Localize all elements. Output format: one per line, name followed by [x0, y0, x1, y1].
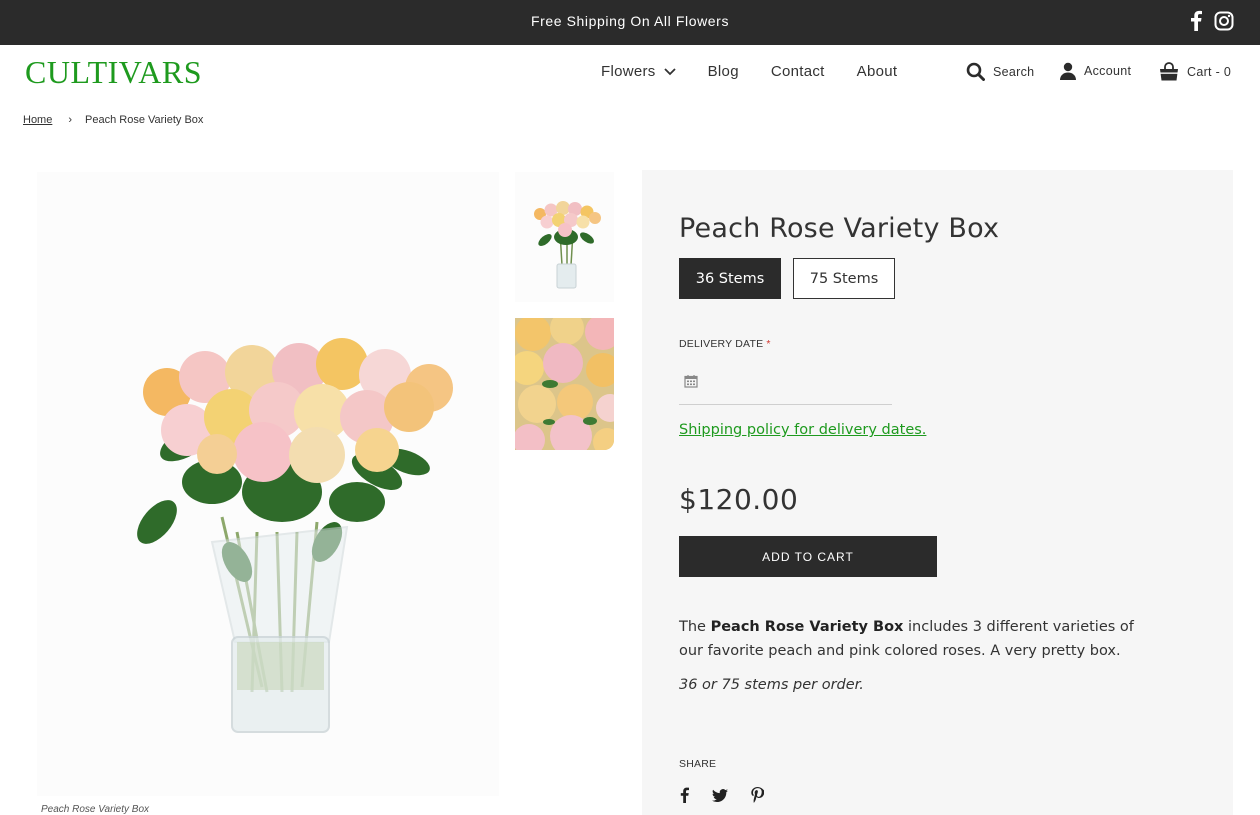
account-label: Account [1084, 64, 1132, 78]
product-price: $120.00 [679, 483, 799, 516]
breadcrumb: Home › Peach Rose Variety Box [23, 114, 203, 126]
product-description: The Peach Rose Variety Box includes 3 di… [679, 615, 1149, 663]
account-button[interactable]: Account [1060, 62, 1131, 80]
calendar-icon [684, 375, 698, 388]
thumbnail-2[interactable] [515, 318, 614, 450]
header-social-links [1190, 10, 1234, 36]
nav-item-label: About [856, 63, 898, 80]
breadcrumb-current: Peach Rose Variety Box [85, 114, 204, 126]
twitter-icon[interactable] [712, 788, 728, 807]
main-product-image[interactable] [37, 172, 499, 796]
product-title: Peach Rose Variety Box [679, 213, 1000, 244]
nav-item-label: Flowers [601, 63, 656, 80]
cart-label: Cart - 0 [1187, 64, 1232, 79]
variant-36-stems-button[interactable]: 36 Stems [679, 258, 781, 299]
share-label: SHARE [679, 758, 717, 770]
product-info-panel: Peach Rose Variety Box 36 Stems 75 Stems… [642, 170, 1233, 815]
delivery-date-input[interactable] [679, 368, 892, 405]
description-product-name: Peach Rose Variety Box [710, 619, 904, 635]
required-marker: * [766, 338, 771, 350]
announcement-text: Free Shipping On All Flowers [530, 13, 730, 29]
announcement-bar: Free Shipping On All Flowers [0, 0, 1260, 45]
thumbnail-1[interactable] [515, 172, 614, 302]
pinterest-icon[interactable] [751, 787, 765, 808]
main-nav: Flowers Blog Contact About [601, 63, 897, 80]
breadcrumb-home-link[interactable]: Home [23, 114, 52, 126]
delivery-date-label: DELIVERY DATE * [679, 338, 771, 350]
nav-item-label: Contact [770, 63, 825, 80]
chevron-down-icon [663, 63, 676, 80]
variant-label: 36 Stems [695, 270, 765, 287]
description-intro: The [679, 619, 711, 635]
search-button[interactable]: Search [966, 62, 1034, 81]
account-icon [1060, 62, 1076, 80]
image-caption: Peach Rose Variety Box [41, 804, 150, 815]
site-logo[interactable]: CULTIVARS [25, 54, 202, 91]
instagram-icon[interactable] [1214, 11, 1234, 36]
nav-item-contact[interactable]: Contact [771, 63, 825, 80]
nav-item-label: Blog [707, 63, 739, 80]
nav-item-flowers[interactable]: Flowers [601, 63, 676, 80]
facebook-icon[interactable] [680, 787, 689, 808]
breadcrumb-separator: › [68, 114, 73, 126]
search-label: Search [993, 64, 1035, 79]
facebook-icon[interactable] [1190, 10, 1202, 36]
search-icon [966, 62, 985, 81]
add-to-cart-button[interactable]: ADD TO CART [679, 536, 937, 577]
nav-item-blog[interactable]: Blog [708, 63, 739, 80]
variant-label: 75 Stems [809, 270, 879, 287]
variant-75-stems-button[interactable]: 75 Stems [793, 258, 895, 299]
delivery-date-label-text: DELIVERY DATE [679, 338, 764, 350]
cart-button[interactable]: Cart - 0 [1159, 62, 1231, 81]
nav-item-about[interactable]: About [857, 63, 898, 80]
stems-note: 36 or 75 stems per order. [679, 677, 864, 693]
shipping-policy-link[interactable]: Shipping policy for delivery dates. [679, 422, 926, 438]
share-links [680, 787, 765, 808]
cart-bag-icon [1160, 62, 1178, 81]
